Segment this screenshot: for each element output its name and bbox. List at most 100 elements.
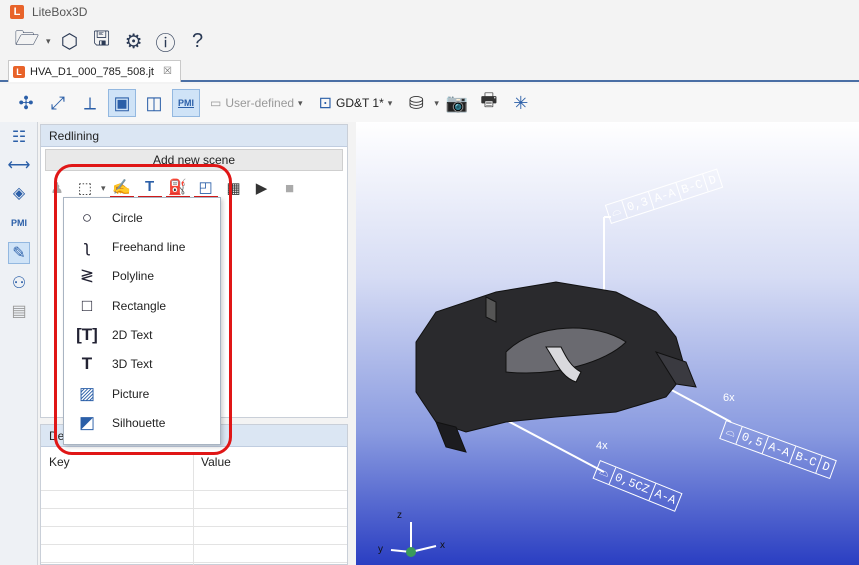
play-icon[interactable]: ▶ [250,177,274,199]
views-icon[interactable]: ◈ [8,182,30,204]
menu-item-label: Polyline [112,268,155,283]
section-icon[interactable]: ◫ [140,89,168,117]
info-icon[interactable]: ⓘ [153,28,179,55]
menu-item-picture[interactable]: ▨ Picture [64,379,220,408]
gear-icon[interactable]: ⚙ [121,28,147,54]
gdt-filter-value: GD&T 1* [335,96,384,110]
details-value-header: Value [201,455,231,469]
text-icon[interactable]: T [137,177,162,199]
stop-icon[interactable]: ■ [278,177,302,199]
column-divider [193,453,194,565]
3d-viewport[interactable]: ⌓ 0,3 A-A B-C D 6x ⌓ 0,5 A-A B-C D 4x ⌓ … [356,122,859,565]
add-model-icon[interactable]: ⬡ [57,28,83,54]
database-dropdown-caret[interactable]: ▾ [434,98,439,109]
view-preset-value: User-defined [225,96,295,110]
leader-line [665,386,732,423]
app-title: LiteBox3D [32,5,88,19]
shapes-icon[interactable]: ⬚ [73,177,97,199]
polyline-icon: ≷ [79,265,95,285]
pmi-count-bottom: 4x [596,440,608,452]
menu-item-2d-text[interactable]: [T] 2D Text [64,320,220,349]
pencil-icon[interactable]: ✎ [8,242,30,264]
close-tab-icon[interactable]: ☒ [163,66,172,77]
menu-item-label: Freehand line [112,239,186,254]
redlining-header: Redlining [41,125,347,147]
checker-icon[interactable]: ▦ [222,177,246,199]
menu-item-label: Picture [112,386,150,401]
menu-item-rectangle[interactable]: □ Rectangle [64,291,220,320]
gdt-filter-combo[interactable]: ⊡ GD&T 1* ▾ [313,93,399,113]
database-icon[interactable]: ⛁ [402,89,430,117]
pmi-label: PMI [177,98,194,108]
clipboard-icon[interactable]: ▤ [8,300,30,322]
menu-item-silhouette[interactable]: ◩ Silhouette [64,408,220,437]
model-canvas [390,216,732,557]
structure-tree-icon[interactable]: ☷ [8,126,30,148]
menu-item-circle[interactable]: ○ Circle [64,203,220,232]
view-toolbar: ✣ ⤢ ⟂ ▣ ◫ PMI ▭ User-defined ▾ ⊡ GD&T 1*… [0,84,859,122]
pen-icon[interactable]: ✍ [109,177,134,199]
shape-menu: ○ Circle ʅ Freehand line ≷ Polyline □ Re… [63,197,221,445]
text-2d-icon: [T] [76,324,98,344]
rectangle-icon: □ [81,295,93,315]
view-preset-combo[interactable]: ▭ User-defined ▾ [204,96,309,110]
axis-label-y: y [378,544,383,555]
side-tool-strip: ☷ ⟷ ◈ PMI ✎ ⚇ ▤ [0,122,38,565]
cube-icon[interactable]: ◰ [193,177,218,199]
chevron-down-icon: ▾ [298,97,303,108]
fill-bucket-icon[interactable]: ⛽ [165,177,190,199]
menu-item-polyline[interactable]: ≷ Polyline [64,261,220,290]
document-tab-label: HVA_D1_000_785_508.jt [30,65,154,78]
users-icon[interactable]: ⚇ [8,272,30,294]
menu-item-label: 3D Text [112,356,153,371]
transform-icon[interactable]: ⤢ [44,89,72,117]
redlining-title: Redlining [49,128,100,143]
chevron-down-icon: ▾ [387,97,393,108]
picture-icon: ▨ [78,383,96,403]
shapes-dropdown-caret[interactable]: ▾ [101,183,106,194]
save-icon[interactable]: 🖫 [89,28,115,54]
silhouette-icon: ◩ [78,412,96,432]
camera-icon[interactable]: 📷 [443,89,471,117]
menu-item-label: Silhouette [112,415,166,430]
document-logo-icon: L [13,65,25,78]
measure-icon[interactable]: ⟷ [8,154,31,176]
model-view-icon[interactable]: ▣ [108,89,136,117]
axis-icon[interactable]: ⟂ [76,89,104,117]
details-panel: De Key Value [40,424,348,565]
title-bar: L LiteBox3D [0,0,859,24]
table-row [41,547,347,563]
leader-line [505,419,605,473]
help-icon[interactable]: ? [185,28,211,54]
circle-icon: ○ [81,207,93,227]
table-row [41,511,347,527]
add-scene-button[interactable]: Add new scene [45,149,343,171]
details-table-body [41,453,347,565]
freehand-icon: ʅ [85,236,89,256]
table-row [41,529,347,545]
app-window: L LiteBox3D 🗁 ▾ ⬡ 🖫 ⚙ ⓘ ? L HVA_D1_000_7… [0,0,859,565]
app-logo: L [10,5,24,19]
network-icon[interactable]: ✳ [507,89,535,117]
table-row [41,493,347,509]
text-3d-icon: T [81,353,93,373]
axis-label-z: z [397,510,402,521]
open-folder-icon[interactable]: 🗁 [14,28,40,54]
menu-item-label: 2D Text [112,327,153,342]
pmi-toggle-button[interactable]: PMI [172,89,200,117]
axis-label-x: x [440,540,445,551]
explode-icon[interactable]: ✣ [12,89,40,117]
print-icon[interactable]: 🖶 [475,89,503,117]
pmi-panel-icon[interactable]: PMI [8,212,30,234]
table-row [41,475,347,491]
axis-triad [390,522,437,557]
gdt-filter-icon: ⊡ [318,95,332,112]
details-key-header: Key [49,455,70,469]
menu-item-label: Circle [112,210,143,225]
user-icon[interactable]: ♟ [45,177,69,199]
menu-item-label: Rectangle [112,298,167,313]
menu-item-freehand[interactable]: ʅ Freehand line [64,232,220,261]
menu-item-3d-text[interactable]: T 3D Text [64,349,220,378]
open-dropdown-caret[interactable]: ▾ [46,36,51,47]
document-tab[interactable]: L HVA_D1_000_785_508.jt ☒ [8,60,181,82]
